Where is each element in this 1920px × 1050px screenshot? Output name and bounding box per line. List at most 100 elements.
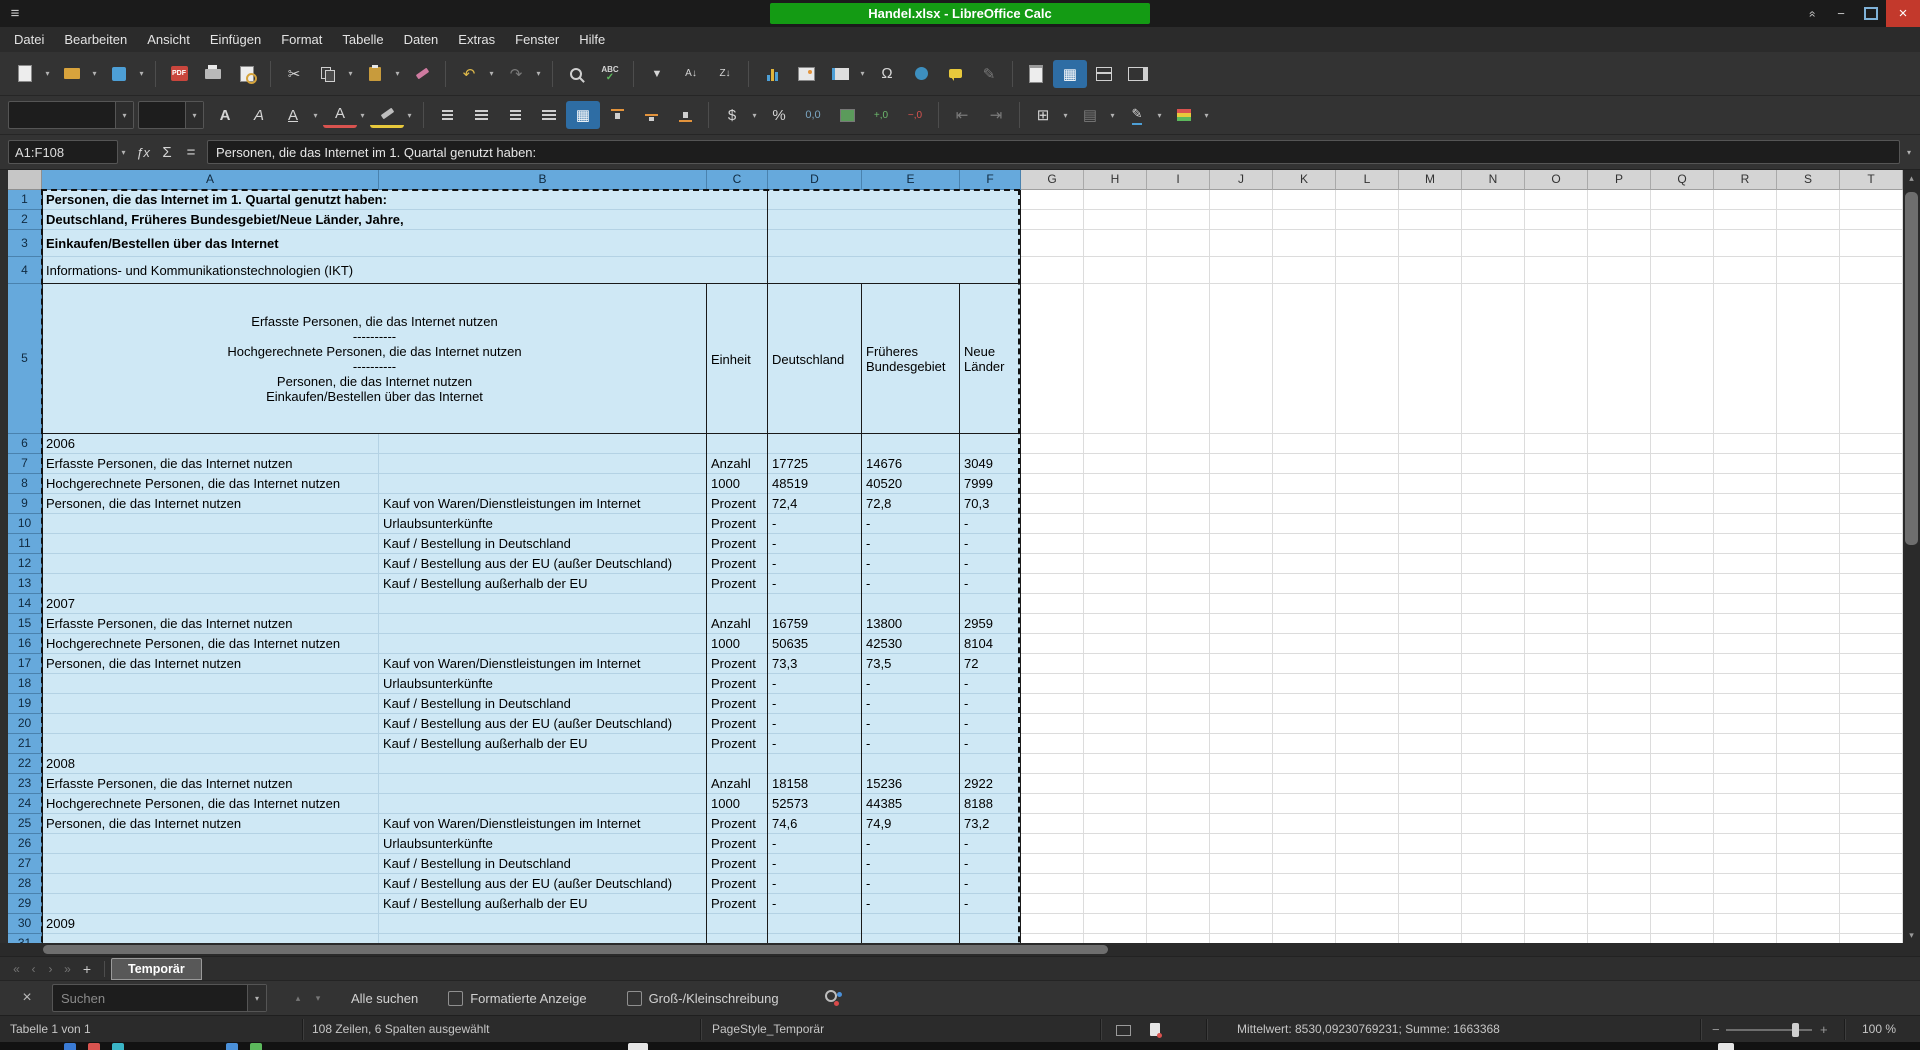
cell-D8[interactable]: 48519 bbox=[772, 474, 808, 494]
cell-D23[interactable]: 18158 bbox=[772, 774, 808, 794]
cell-E5[interactable]: Früheres Bundesgebiet bbox=[866, 284, 956, 434]
font-color-icon[interactable]: A bbox=[323, 103, 357, 128]
cell-A4[interactable]: Informations- und Kommunikationstechnolo… bbox=[46, 257, 353, 284]
cell-B25[interactable]: Kauf von Waren/Dienstleistungen im Inter… bbox=[383, 814, 641, 834]
export-pdf-icon[interactable]: PDF bbox=[162, 60, 196, 88]
cell-C20[interactable]: Prozent bbox=[711, 714, 756, 734]
cell-E26[interactable]: - bbox=[866, 834, 870, 854]
cell-A2[interactable]: Deutschland, Früheres Bundesgebiet/Neue … bbox=[46, 210, 404, 230]
split-window-icon[interactable] bbox=[1087, 60, 1121, 88]
increase-indent-icon[interactable]: ⇥ bbox=[979, 101, 1013, 129]
row-header-29[interactable]: 29 bbox=[8, 894, 42, 914]
column-header-H[interactable]: H bbox=[1084, 170, 1147, 190]
cell-B12[interactable]: Kauf / Bestellung aus der EU (außer Deut… bbox=[383, 554, 672, 574]
cell-D20[interactable]: - bbox=[772, 714, 776, 734]
row-header-2[interactable]: 2 bbox=[8, 210, 42, 230]
cell-D26[interactable]: - bbox=[772, 834, 776, 854]
last-sheet-icon[interactable]: » bbox=[59, 962, 76, 976]
cell-C15[interactable]: Anzahl bbox=[711, 614, 751, 634]
save-icon[interactable] bbox=[102, 60, 136, 88]
row-header-25[interactable]: 25 bbox=[8, 814, 42, 834]
row-header-8[interactable]: 8 bbox=[8, 474, 42, 494]
new-document-dropdown[interactable]: ▾ bbox=[42, 60, 53, 88]
column-header-I[interactable]: I bbox=[1147, 170, 1210, 190]
insert-comment-icon[interactable] bbox=[938, 60, 972, 88]
menu-ansicht[interactable]: Ansicht bbox=[137, 27, 200, 52]
cell-D15[interactable]: 16759 bbox=[772, 614, 808, 634]
row-header-31[interactable]: 31 bbox=[8, 934, 42, 943]
cell-B20[interactable]: Kauf / Bestellung aus der EU (außer Deut… bbox=[383, 714, 672, 734]
collapse-toolbars-button[interactable]: » bbox=[1796, 0, 1826, 27]
cell-E9[interactable]: 72,8 bbox=[866, 494, 891, 514]
borders-icon[interactable]: ⊞ bbox=[1026, 101, 1060, 129]
cell-C28[interactable]: Prozent bbox=[711, 874, 756, 894]
zoom-in-icon[interactable]: + bbox=[1820, 1016, 1828, 1043]
insert-chart-icon[interactable] bbox=[755, 60, 789, 88]
row-header-28[interactable]: 28 bbox=[8, 874, 42, 894]
search-history-dropdown[interactable]: ▾ bbox=[247, 985, 266, 1011]
close-find-bar-icon[interactable]: × bbox=[16, 989, 38, 1007]
cell-D12[interactable]: - bbox=[772, 554, 776, 574]
align-top-icon[interactable] bbox=[600, 101, 634, 129]
highlight-color-icon[interactable] bbox=[370, 103, 404, 128]
cell-A6[interactable]: 2006 bbox=[46, 434, 75, 454]
underline-dropdown[interactable]: ▾ bbox=[310, 101, 321, 129]
taskbar-app-icon[interactable] bbox=[112, 1043, 124, 1050]
cell-F25[interactable]: 73,2 bbox=[964, 814, 989, 834]
border-style-icon[interactable]: ▤ bbox=[1073, 101, 1107, 129]
name-box[interactable] bbox=[8, 140, 118, 164]
cell-D19[interactable]: - bbox=[772, 694, 776, 714]
paste-dropdown[interactable]: ▾ bbox=[392, 60, 403, 88]
column-header-P[interactable]: P bbox=[1588, 170, 1651, 190]
cell-A23[interactable]: Erfasste Personen, die das Internet nutz… bbox=[46, 774, 292, 794]
match-case-checkbox[interactable] bbox=[627, 991, 642, 1006]
horizontal-scrollbar[interactable] bbox=[0, 943, 1920, 956]
cell-E19[interactable]: - bbox=[866, 694, 870, 714]
font-name-dropdown[interactable]: ▾ bbox=[115, 102, 133, 128]
previous-sheet-icon[interactable]: ‹ bbox=[25, 962, 42, 976]
cell-C17[interactable]: Prozent bbox=[711, 654, 756, 674]
cell-D13[interactable]: - bbox=[772, 574, 776, 594]
cell-D29[interactable]: - bbox=[772, 894, 776, 914]
row-header-11[interactable]: 11 bbox=[8, 534, 42, 554]
cell-B9[interactable]: Kauf von Waren/Dienstleistungen im Inter… bbox=[383, 494, 641, 514]
cell-D27[interactable]: - bbox=[772, 854, 776, 874]
sum-icon[interactable]: Σ bbox=[155, 139, 179, 165]
cell-B27[interactable]: Kauf / Bestellung in Deutschland bbox=[383, 854, 571, 874]
conditional-formatting-icon[interactable] bbox=[1167, 101, 1201, 129]
cell-B10[interactable]: Urlaubsunterkünfte bbox=[383, 514, 493, 534]
align-left-icon[interactable] bbox=[430, 101, 464, 129]
cell-F27[interactable]: - bbox=[964, 854, 968, 874]
formula-input[interactable] bbox=[207, 140, 1900, 164]
cell-A14[interactable]: 2007 bbox=[46, 594, 75, 614]
close-button[interactable]: × bbox=[1886, 0, 1920, 27]
delete-decimal-icon[interactable]: −,0 bbox=[898, 101, 932, 129]
next-sheet-icon[interactable]: › bbox=[42, 962, 59, 976]
spelling-icon[interactable]: ABC✓ bbox=[593, 60, 627, 88]
add-decimal-icon[interactable]: +,0 bbox=[864, 101, 898, 129]
cell-E25[interactable]: 74,9 bbox=[866, 814, 891, 834]
freeze-rows-columns-icon[interactable] bbox=[823, 60, 857, 88]
cell-A9[interactable]: Personen, die das Internet nutzen bbox=[46, 494, 241, 514]
cell-E24[interactable]: 44385 bbox=[866, 794, 902, 814]
justify-icon[interactable] bbox=[532, 101, 566, 129]
formula-equals-icon[interactable]: = bbox=[179, 139, 203, 165]
cell-F13[interactable]: - bbox=[964, 574, 968, 594]
row-header-15[interactable]: 15 bbox=[8, 614, 42, 634]
red o-icon[interactable]: ↷ bbox=[499, 60, 533, 88]
headers-footers-icon[interactable] bbox=[1019, 60, 1053, 88]
column-header-R[interactable]: R bbox=[1714, 170, 1777, 190]
cell-A7[interactable]: Erfasste Personen, die das Internet nutz… bbox=[46, 454, 292, 474]
row-header-27[interactable]: 27 bbox=[8, 854, 42, 874]
format-number-icon[interactable]: 0,0 bbox=[796, 101, 830, 129]
row-header-20[interactable]: 20 bbox=[8, 714, 42, 734]
taskbar-app-icon[interactable] bbox=[64, 1043, 76, 1050]
cell-A5-merged[interactable]: Erfasste Personen, die das Internet nutz… bbox=[42, 284, 707, 434]
formatted-display-checkbox[interactable] bbox=[448, 991, 463, 1006]
undo-dropdown[interactable]: ▾ bbox=[486, 60, 497, 88]
row-header-22[interactable]: 22 bbox=[8, 754, 42, 774]
find-replace-icon[interactable] bbox=[559, 60, 593, 88]
cut-icon[interactable]: ✂ bbox=[277, 60, 311, 88]
copy-icon[interactable] bbox=[311, 60, 345, 88]
row-header-12[interactable]: 12 bbox=[8, 554, 42, 574]
